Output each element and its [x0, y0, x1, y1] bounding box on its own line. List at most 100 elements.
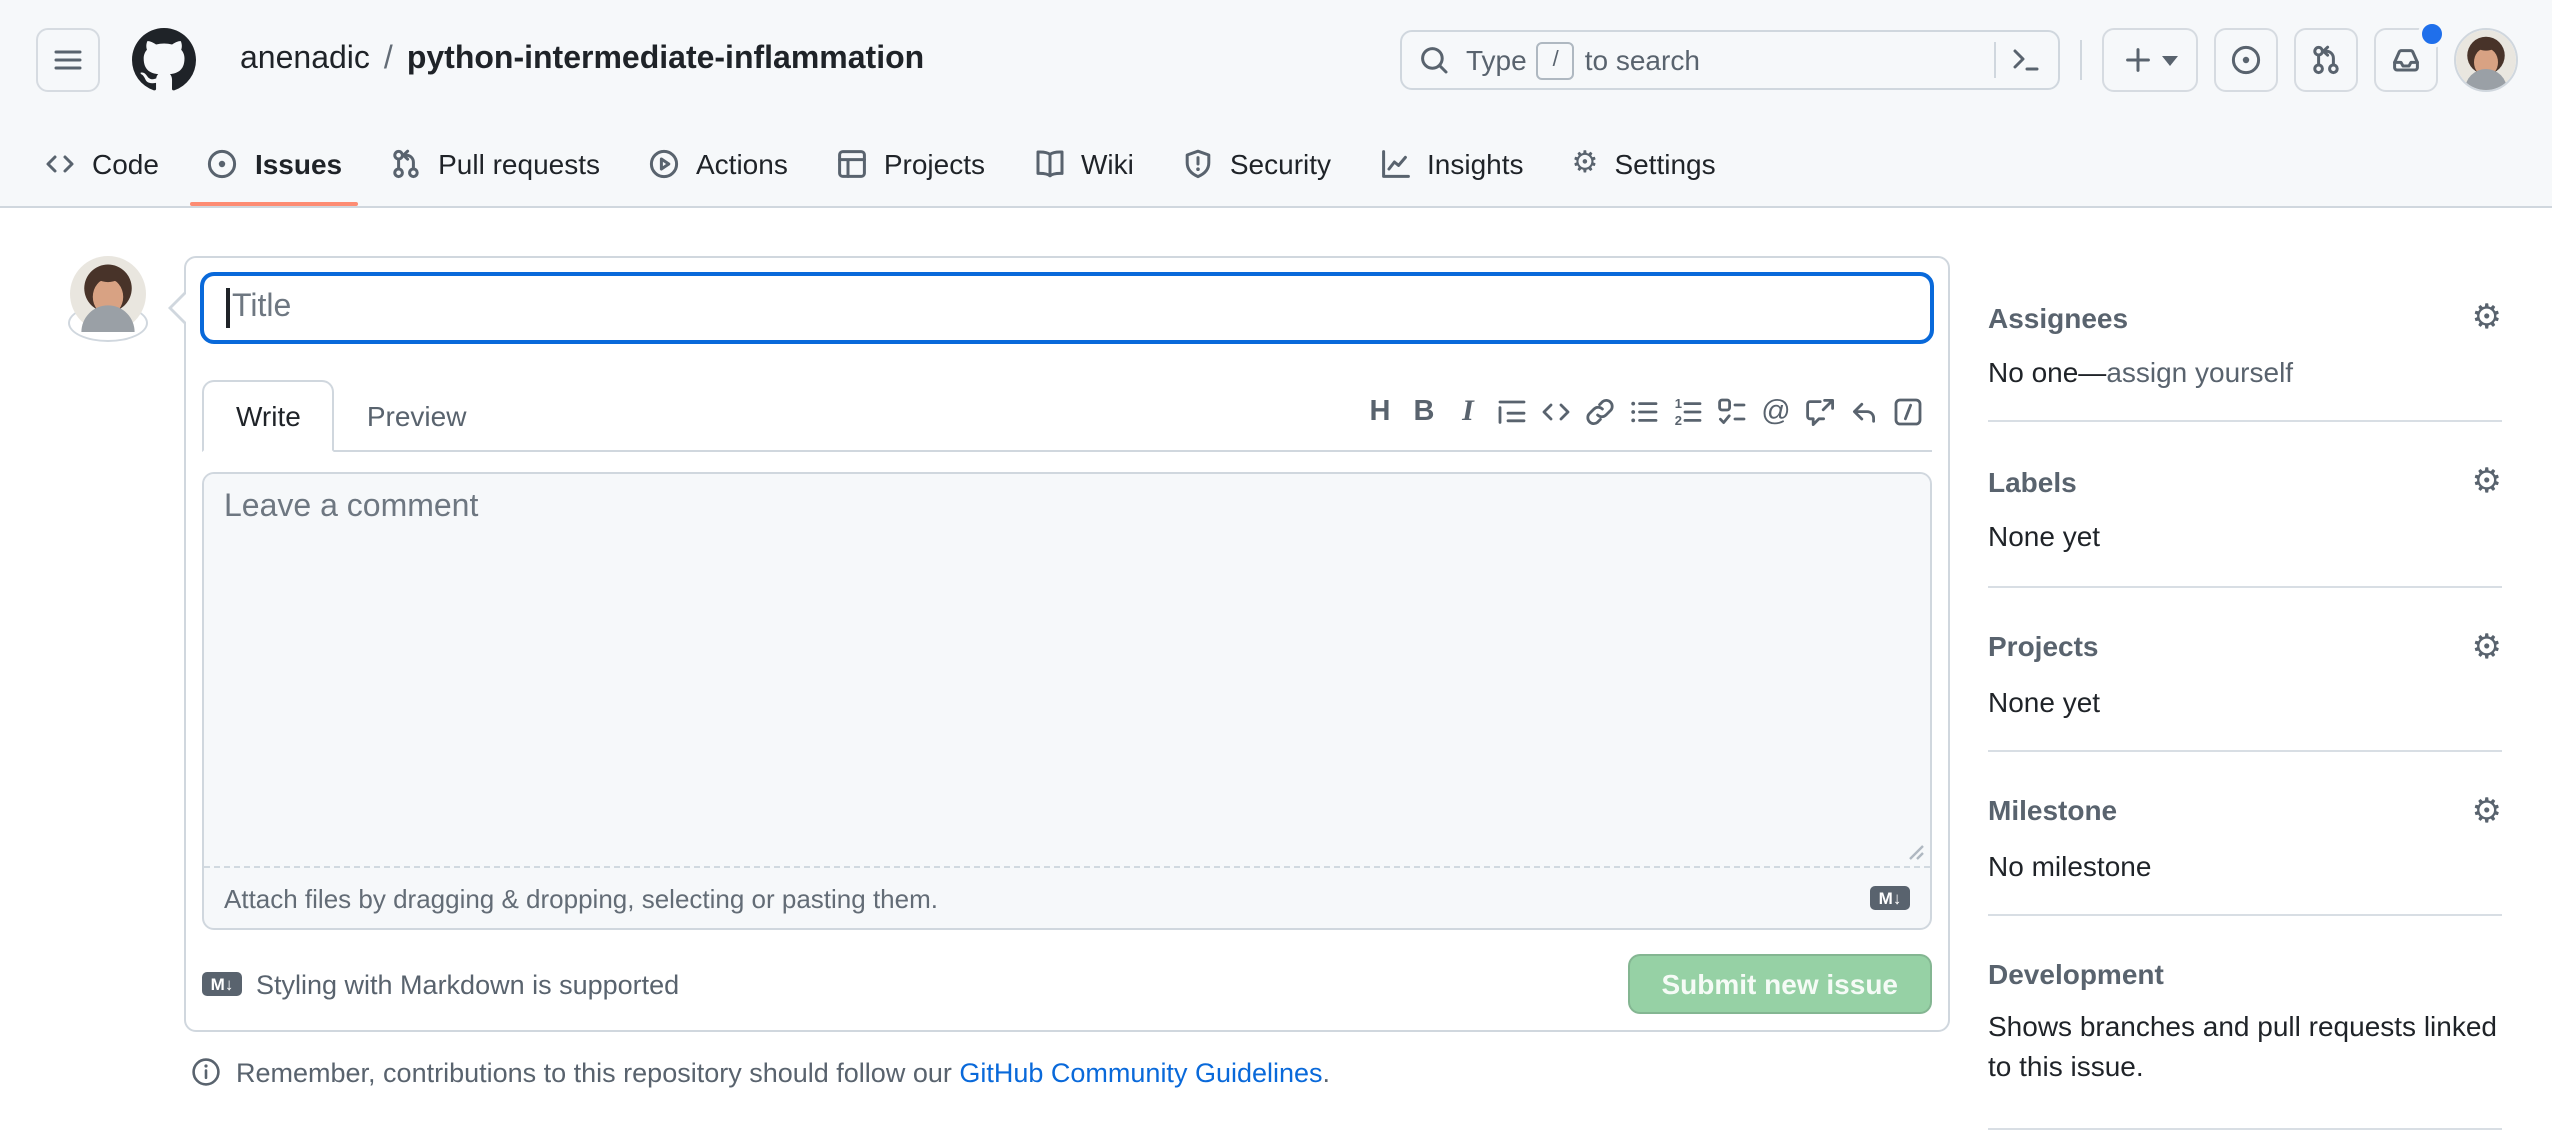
community-guidelines-note: Remember, contributions to this reposito…: [184, 1056, 1950, 1088]
tab-wiki[interactable]: Wiki: [1017, 120, 1150, 206]
breadcrumb-owner-link[interactable]: anenadic: [240, 42, 370, 78]
gear-icon: ⚙: [1572, 148, 1599, 178]
tab-preview[interactable]: Preview: [335, 382, 499, 450]
sidebar-section-assignees: Assignees ⚙ No one—assign yourself: [1988, 256, 2502, 423]
development-value: Shows branches and pull requests linked …: [1988, 1006, 2502, 1087]
sidebar-section-projects: Projects ⚙ None yet: [1988, 587, 2502, 752]
breadcrumb-repo-link[interactable]: python-intermediate-inflammation: [407, 42, 924, 78]
tab-code[interactable]: Code: [28, 120, 175, 206]
plus-icon: [2122, 44, 2154, 76]
quote-icon: [1496, 396, 1528, 428]
app-header: anenadic / python-intermediate-inflammat…: [0, 0, 2552, 208]
reply-button[interactable]: [1844, 388, 1884, 436]
issue-title-input[interactable]: [202, 274, 1932, 342]
header-actions: [2102, 28, 2438, 92]
gear-icon: ⚙: [2472, 794, 2503, 828]
assignees-gear-button[interactable]: ⚙: [2472, 300, 2503, 334]
pull-requests-dashboard-button[interactable]: [2294, 28, 2358, 92]
saved-replies-button[interactable]: [1888, 388, 1928, 436]
markdown-supported-link[interactable]: M↓ Styling with Markdown is supported: [202, 969, 679, 999]
header-divider: [2080, 40, 2082, 80]
assignees-value: No one—assign yourself: [1988, 352, 2502, 393]
assignees-title[interactable]: Assignees: [1988, 301, 2128, 333]
notifications-wrap: [2374, 28, 2438, 92]
tab-pull-requests[interactable]: Pull requests: [374, 120, 616, 206]
attach-hint: Attach files by dragging & dropping, sel…: [224, 883, 938, 913]
issues-dashboard-button[interactable]: [2214, 28, 2278, 92]
svg-text:2: 2: [1675, 413, 1682, 428]
repo-nav: Code Issues Pull requests Actions Projec…: [0, 120, 2552, 206]
code-icon: [1540, 396, 1572, 428]
search-placeholder: Type / to search: [1466, 41, 1700, 79]
link-button[interactable]: [1580, 388, 1620, 436]
svg-text:1: 1: [1675, 396, 1682, 411]
github-logo[interactable]: [132, 28, 196, 92]
mention-button[interactable]: @: [1756, 388, 1796, 436]
issue-opened-icon: [207, 147, 239, 179]
attach-files-area[interactable]: Attach files by dragging & dropping, sel…: [204, 866, 1930, 928]
search-icon: [1418, 44, 1450, 76]
labels-gear-button[interactable]: ⚙: [2472, 465, 2503, 499]
global-search-input[interactable]: Type / to search: [1400, 30, 2060, 90]
code-icon: [44, 147, 76, 179]
resize-grip[interactable]: [1904, 840, 1924, 860]
tab-settings[interactable]: ⚙ Settings: [1556, 120, 1732, 206]
book-icon: [1033, 147, 1065, 179]
assign-yourself-link[interactable]: assign yourself: [2106, 356, 2293, 388]
cross-reference-button[interactable]: [1800, 388, 1840, 436]
tab-issues[interactable]: Issues: [191, 120, 358, 206]
guideline-text: Remember, contributions to this reposito…: [236, 1057, 1330, 1087]
text-cursor: [226, 288, 229, 328]
search-divider: [1994, 42, 1996, 78]
avatar: [70, 304, 146, 332]
labels-title[interactable]: Labels: [1988, 466, 2077, 498]
sidebar-section-labels: Labels ⚙ None yet: [1988, 423, 2502, 588]
unordered-list-icon: [1628, 396, 1660, 428]
chevron-down-icon: [2162, 55, 2178, 73]
command-palette-icon[interactable]: [2010, 44, 2042, 76]
comment-editor: Attach files by dragging & dropping, sel…: [202, 472, 1932, 930]
git-pull-request-icon: [390, 147, 422, 179]
tasklist-button[interactable]: [1712, 388, 1752, 436]
tasklist-icon: [1716, 396, 1748, 428]
community-guidelines-link[interactable]: GitHub Community Guidelines: [959, 1057, 1322, 1087]
milestone-title[interactable]: Milestone: [1988, 795, 2117, 827]
bold-button[interactable]: B: [1404, 388, 1444, 436]
unordered-list-button[interactable]: [1624, 388, 1664, 436]
projects-gear-button[interactable]: ⚙: [2472, 629, 2503, 663]
projects-value: None yet: [1988, 681, 2502, 722]
markdown-icon: M↓: [202, 972, 242, 996]
hamburger-menu-button[interactable]: [36, 28, 100, 92]
quote-button[interactable]: [1492, 388, 1532, 436]
code-button[interactable]: [1536, 388, 1576, 436]
tab-security[interactable]: Security: [1166, 120, 1347, 206]
ordered-list-button[interactable]: 12: [1668, 388, 1708, 436]
tab-actions[interactable]: Actions: [632, 120, 804, 206]
heading-button[interactable]: H: [1360, 388, 1400, 436]
labels-value: None yet: [1988, 517, 2502, 558]
tab-insights[interactable]: Insights: [1363, 120, 1540, 206]
milestone-gear-button[interactable]: ⚙: [2472, 794, 2503, 828]
slash-box-icon: [1892, 396, 1924, 428]
user-avatar-menu[interactable]: [2454, 28, 2518, 92]
main-content: Write Preview H B I: [0, 208, 2552, 1130]
projects-title[interactable]: Projects: [1988, 630, 2099, 662]
header-top-row: anenadic / python-intermediate-inflammat…: [0, 0, 2552, 120]
issue-title-wrap: [202, 274, 1932, 342]
markdown-icon[interactable]: M↓: [1870, 886, 1910, 910]
submit-new-issue-button[interactable]: Submit new issue: [1628, 954, 1933, 1014]
issue-sidebar: Assignees ⚙ No one—assign yourself Label…: [1988, 256, 2502, 1130]
avatar: [2456, 30, 2516, 90]
github-new-issue-page: anenadic / python-intermediate-inflammat…: [0, 0, 2552, 1096]
italic-button[interactable]: I: [1448, 388, 1488, 436]
tab-projects[interactable]: Projects: [820, 120, 1001, 206]
milestone-value: No milestone: [1988, 846, 2502, 887]
unread-notification-dot: [2418, 20, 2446, 48]
github-mark-icon: [132, 28, 196, 92]
comment-textarea[interactable]: [204, 474, 1930, 866]
git-pull-request-icon: [2310, 44, 2342, 76]
create-new-button[interactable]: [2102, 28, 2198, 92]
tab-write[interactable]: Write: [202, 380, 335, 452]
play-icon: [648, 147, 680, 179]
sidebar-section-milestone: Milestone ⚙ No milestone: [1988, 752, 2502, 917]
